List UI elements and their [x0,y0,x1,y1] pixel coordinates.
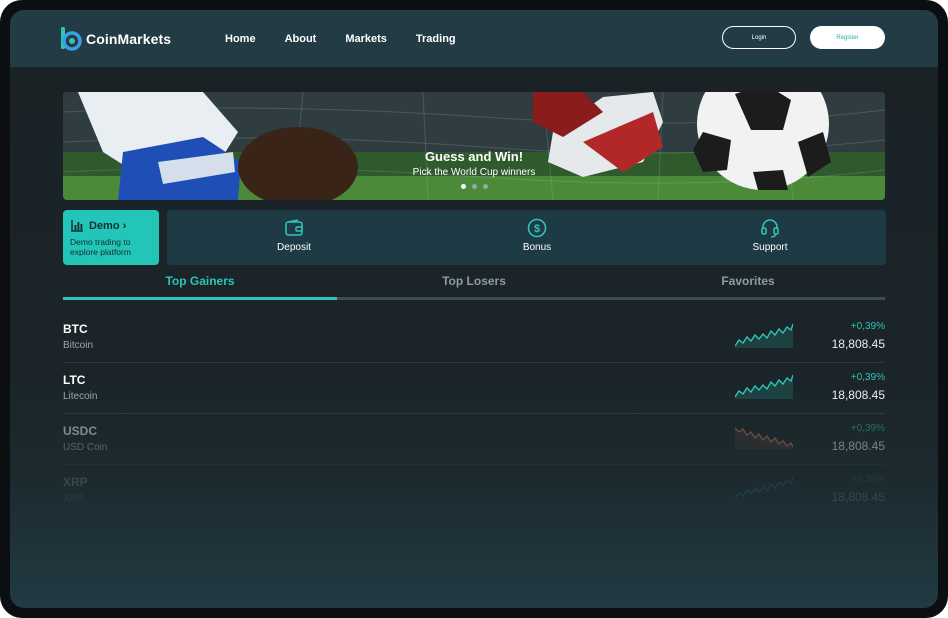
coin-symbol: BTC [63,322,88,336]
coin-name: XRP [63,493,84,504]
demo-title: Demo [89,220,120,232]
dollar-coin-icon: $ [527,218,547,238]
nav-markets[interactable]: Markets [345,33,387,45]
coin-name: USD Coin [63,442,108,453]
coin-change: +0,39% [850,474,885,485]
coin-change: +0,39% [850,423,885,434]
coin-row-ltc[interactable]: LTC Litecoin +0,39% 18,808.45 [63,363,885,414]
tab-favorites[interactable]: Favorites [611,274,885,288]
carousel-dot[interactable] [483,184,488,189]
bonus-label: Bonus [522,242,552,253]
chevron-right-icon: › [122,220,127,232]
demo-card[interactable]: Demo › Demo trading to explore platform [63,210,159,265]
register-button[interactable]: Register [810,26,885,49]
support-label: Support [752,242,788,253]
coin-b-logo-icon [61,27,82,51]
headset-icon [761,219,779,238]
coin-change: +0,39% [850,321,885,332]
sparkline-down-icon [735,427,793,450]
sparkline-up-icon [735,323,793,348]
demo-title-row: Demo › [71,220,126,232]
carousel-dot[interactable] [461,184,466,189]
coin-symbol: USDC [63,424,98,438]
market-tabs: Top Gainers Top Losers Favorites [63,272,885,300]
brand-name: CoinMarkets [86,31,172,47]
coin-symbol: XRP [63,475,88,489]
banner-subtitle: Pick the World Cup winners [412,167,536,178]
sparkline-up-icon [735,476,793,500]
deposit-button[interactable]: Deposit [244,218,344,253]
deposit-label: Deposit [277,242,311,253]
coin-list: BTC Bitcoin +0,39% 18,808.45 LTC Litecoi… [63,312,885,515]
top-header: CoinMarkets Home About Markets Trading L… [10,10,938,67]
support-button[interactable]: Support [720,218,820,253]
tab-indicator [63,297,337,300]
carousel-dots [461,184,494,189]
carousel-dot[interactable] [472,184,477,189]
coin-symbol: LTC [63,373,86,387]
login-button[interactable]: Login [722,26,796,49]
coin-price: 18,808.45 [831,337,885,351]
banner-title: Guess and Win! [424,149,524,164]
nav-about[interactable]: About [285,33,317,45]
coin-name: Litecoin [63,391,98,402]
bonus-button[interactable]: $ Bonus [487,218,587,253]
promo-banner[interactable]: Guess and Win! Pick the World Cup winner… [63,92,885,200]
bar-chart-icon [71,220,83,232]
tab-top-losers[interactable]: Top Losers [337,274,611,288]
demo-description: Demo trading to explore platform [70,237,131,257]
svg-text:$: $ [534,223,540,235]
coin-row-usdc[interactable]: USDC USD Coin +0,39% 18,808.45 [63,414,885,465]
coin-price: 18,808.45 [831,490,885,504]
coin-price: 18,808.45 [831,439,885,453]
coin-price: 18,808.45 [831,388,885,402]
tab-underline [337,297,611,300]
tab-underline [611,297,885,300]
quick-actions: Deposit $ Bonus Support [167,210,886,265]
coin-change: +0,39% [850,372,885,383]
brand-logo[interactable]: CoinMarkets [60,26,171,52]
nav-home[interactable]: Home [225,33,256,45]
tab-top-gainers[interactable]: Top Gainers [63,274,337,288]
coin-row-xrp[interactable]: XRP XRP +0,39% 18,808.45 [63,465,885,515]
coin-name: Bitcoin [63,340,94,351]
nav-trading[interactable]: Trading [416,33,456,45]
app-screen: CoinMarkets Home About Markets Trading L… [10,10,938,608]
sparkline-up-icon [735,374,793,399]
wallet-icon [285,219,303,236]
main-nav: Home About Markets Trading [225,33,485,45]
coin-row-btc[interactable]: BTC Bitcoin +0,39% 18,808.45 [63,312,885,363]
device-frame: CoinMarkets Home About Markets Trading L… [0,0,948,618]
